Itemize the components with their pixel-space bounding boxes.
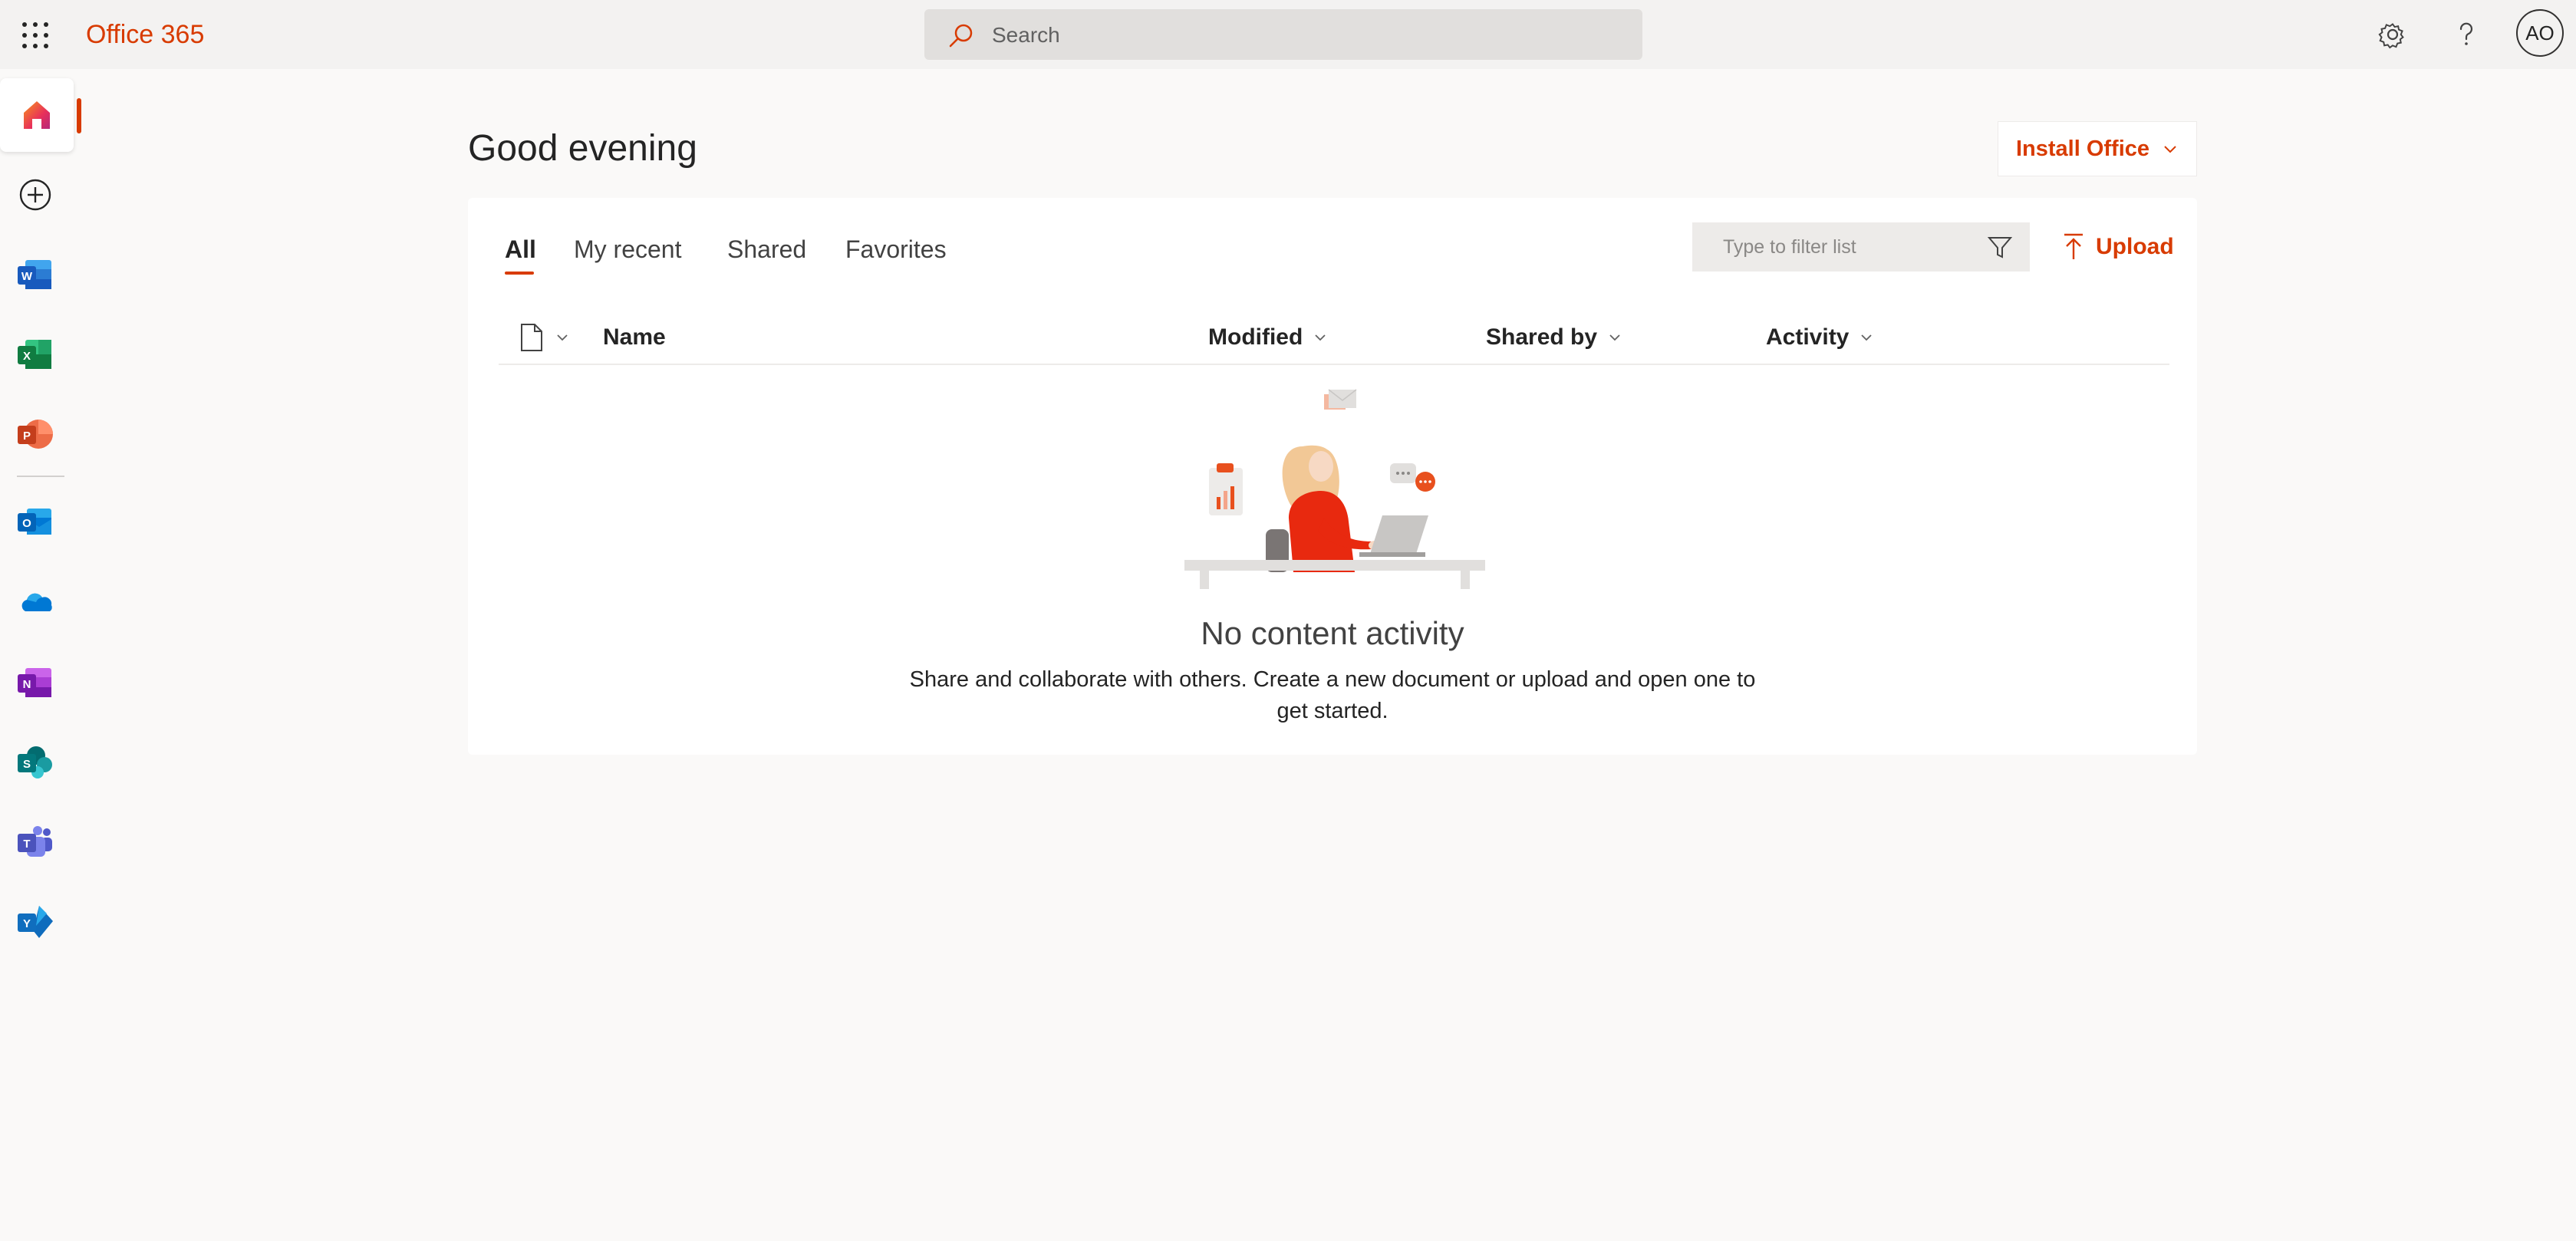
rail-item-home[interactable] <box>0 78 74 152</box>
app-title[interactable]: Office 365 <box>86 17 204 52</box>
activity-column-label: Activity <box>1766 324 1850 350</box>
install-office-button[interactable]: Install Office <box>1998 121 2197 176</box>
chevron-down-icon <box>1861 334 1873 341</box>
rail-item-create[interactable] <box>8 167 63 222</box>
upload-button[interactable]: Upload <box>2062 225 2174 268</box>
search-placeholder: Search <box>992 23 1060 47</box>
install-office-label: Install Office <box>2015 136 2150 161</box>
tab-shared[interactable]: Shared <box>727 232 806 267</box>
sharepoint-icon: S <box>18 746 52 779</box>
avatar[interactable]: AO <box>2516 9 2564 57</box>
name-column-label: Name <box>603 324 666 350</box>
yammer-icon: Y <box>18 906 53 938</box>
tab-active-indicator <box>505 272 534 275</box>
rail-item-sharepoint[interactable]: S <box>8 735 63 790</box>
search-box[interactable]: Search <box>924 9 1642 60</box>
shared-by-column-label: Shared by <box>1486 324 1598 350</box>
rail-item-onenote[interactable]: N <box>8 655 63 710</box>
svg-text:O: O <box>22 517 31 530</box>
rail-item-onedrive[interactable] <box>8 575 63 630</box>
gear-icon[interactable] <box>2375 17 2410 52</box>
top-bar: Office 365 Search AO <box>0 0 2576 69</box>
empty-state-illustration <box>1184 389 1485 589</box>
chevron-down-icon <box>1315 334 1326 341</box>
app-launcher-icon[interactable] <box>20 20 51 51</box>
tab-my-recent[interactable]: My recent <box>574 232 681 267</box>
upload-label: Upload <box>2096 234 2174 259</box>
empty-state-title: No content activity <box>1201 615 1464 651</box>
upload-icon <box>2064 233 2083 259</box>
rail-item-excel[interactable]: X <box>8 327 63 382</box>
chevron-down-icon <box>2164 146 2176 153</box>
rail-item-word[interactable]: W <box>8 247 63 302</box>
rail-item-yammer[interactable]: Y <box>8 894 63 950</box>
filter-input[interactable]: Type to filter list <box>1692 222 2030 272</box>
greeting-heading: Good evening <box>468 128 697 169</box>
chevron-down-icon <box>557 334 568 341</box>
name-column-header[interactable]: Name <box>603 322 666 353</box>
svg-text:S: S <box>23 758 31 771</box>
svg-text:T: T <box>23 838 30 851</box>
file-icon <box>521 324 542 351</box>
rail-item-teams[interactable]: T <box>8 815 63 870</box>
plus-circle-icon <box>19 179 51 211</box>
chevron-down-icon <box>1609 334 1620 341</box>
svg-text:Y: Y <box>23 917 31 930</box>
onenote-icon: N <box>18 668 51 697</box>
shared-by-column-header[interactable]: Shared by <box>1486 322 1622 353</box>
word-icon: W <box>18 260 51 289</box>
filter-placeholder: Type to filter list <box>1723 236 1856 258</box>
powerpoint-icon: P <box>18 420 53 449</box>
modified-column-label: Modified <box>1208 324 1303 350</box>
modified-column-header[interactable]: Modified <box>1208 322 1327 353</box>
search-icon <box>949 24 973 48</box>
empty-state-description: Share and collaborate with others. Creat… <box>909 667 1756 723</box>
active-indicator <box>77 98 81 133</box>
home-icon <box>24 101 50 129</box>
rail-item-powerpoint[interactable]: P <box>8 407 63 462</box>
rail-item-outlook[interactable]: O <box>8 494 63 549</box>
svg-text:P: P <box>23 430 31 443</box>
column-header-divider <box>499 364 2169 365</box>
outlook-icon: O <box>18 509 51 535</box>
activity-column-header[interactable]: Activity <box>1766 322 1873 353</box>
rail-separator <box>17 476 64 477</box>
onedrive-icon <box>21 593 52 611</box>
teams-icon: T <box>18 826 52 857</box>
file-type-column-header[interactable] <box>519 322 569 353</box>
svg-text:N: N <box>23 678 31 691</box>
svg-text:W: W <box>21 270 33 283</box>
excel-icon: X <box>18 340 51 369</box>
filter-icon[interactable] <box>1987 234 2013 260</box>
tab-favorites[interactable]: Favorites <box>845 232 947 267</box>
svg-text:X: X <box>23 350 31 363</box>
help-icon[interactable] <box>2449 17 2484 52</box>
tab-all[interactable]: All <box>505 232 536 267</box>
